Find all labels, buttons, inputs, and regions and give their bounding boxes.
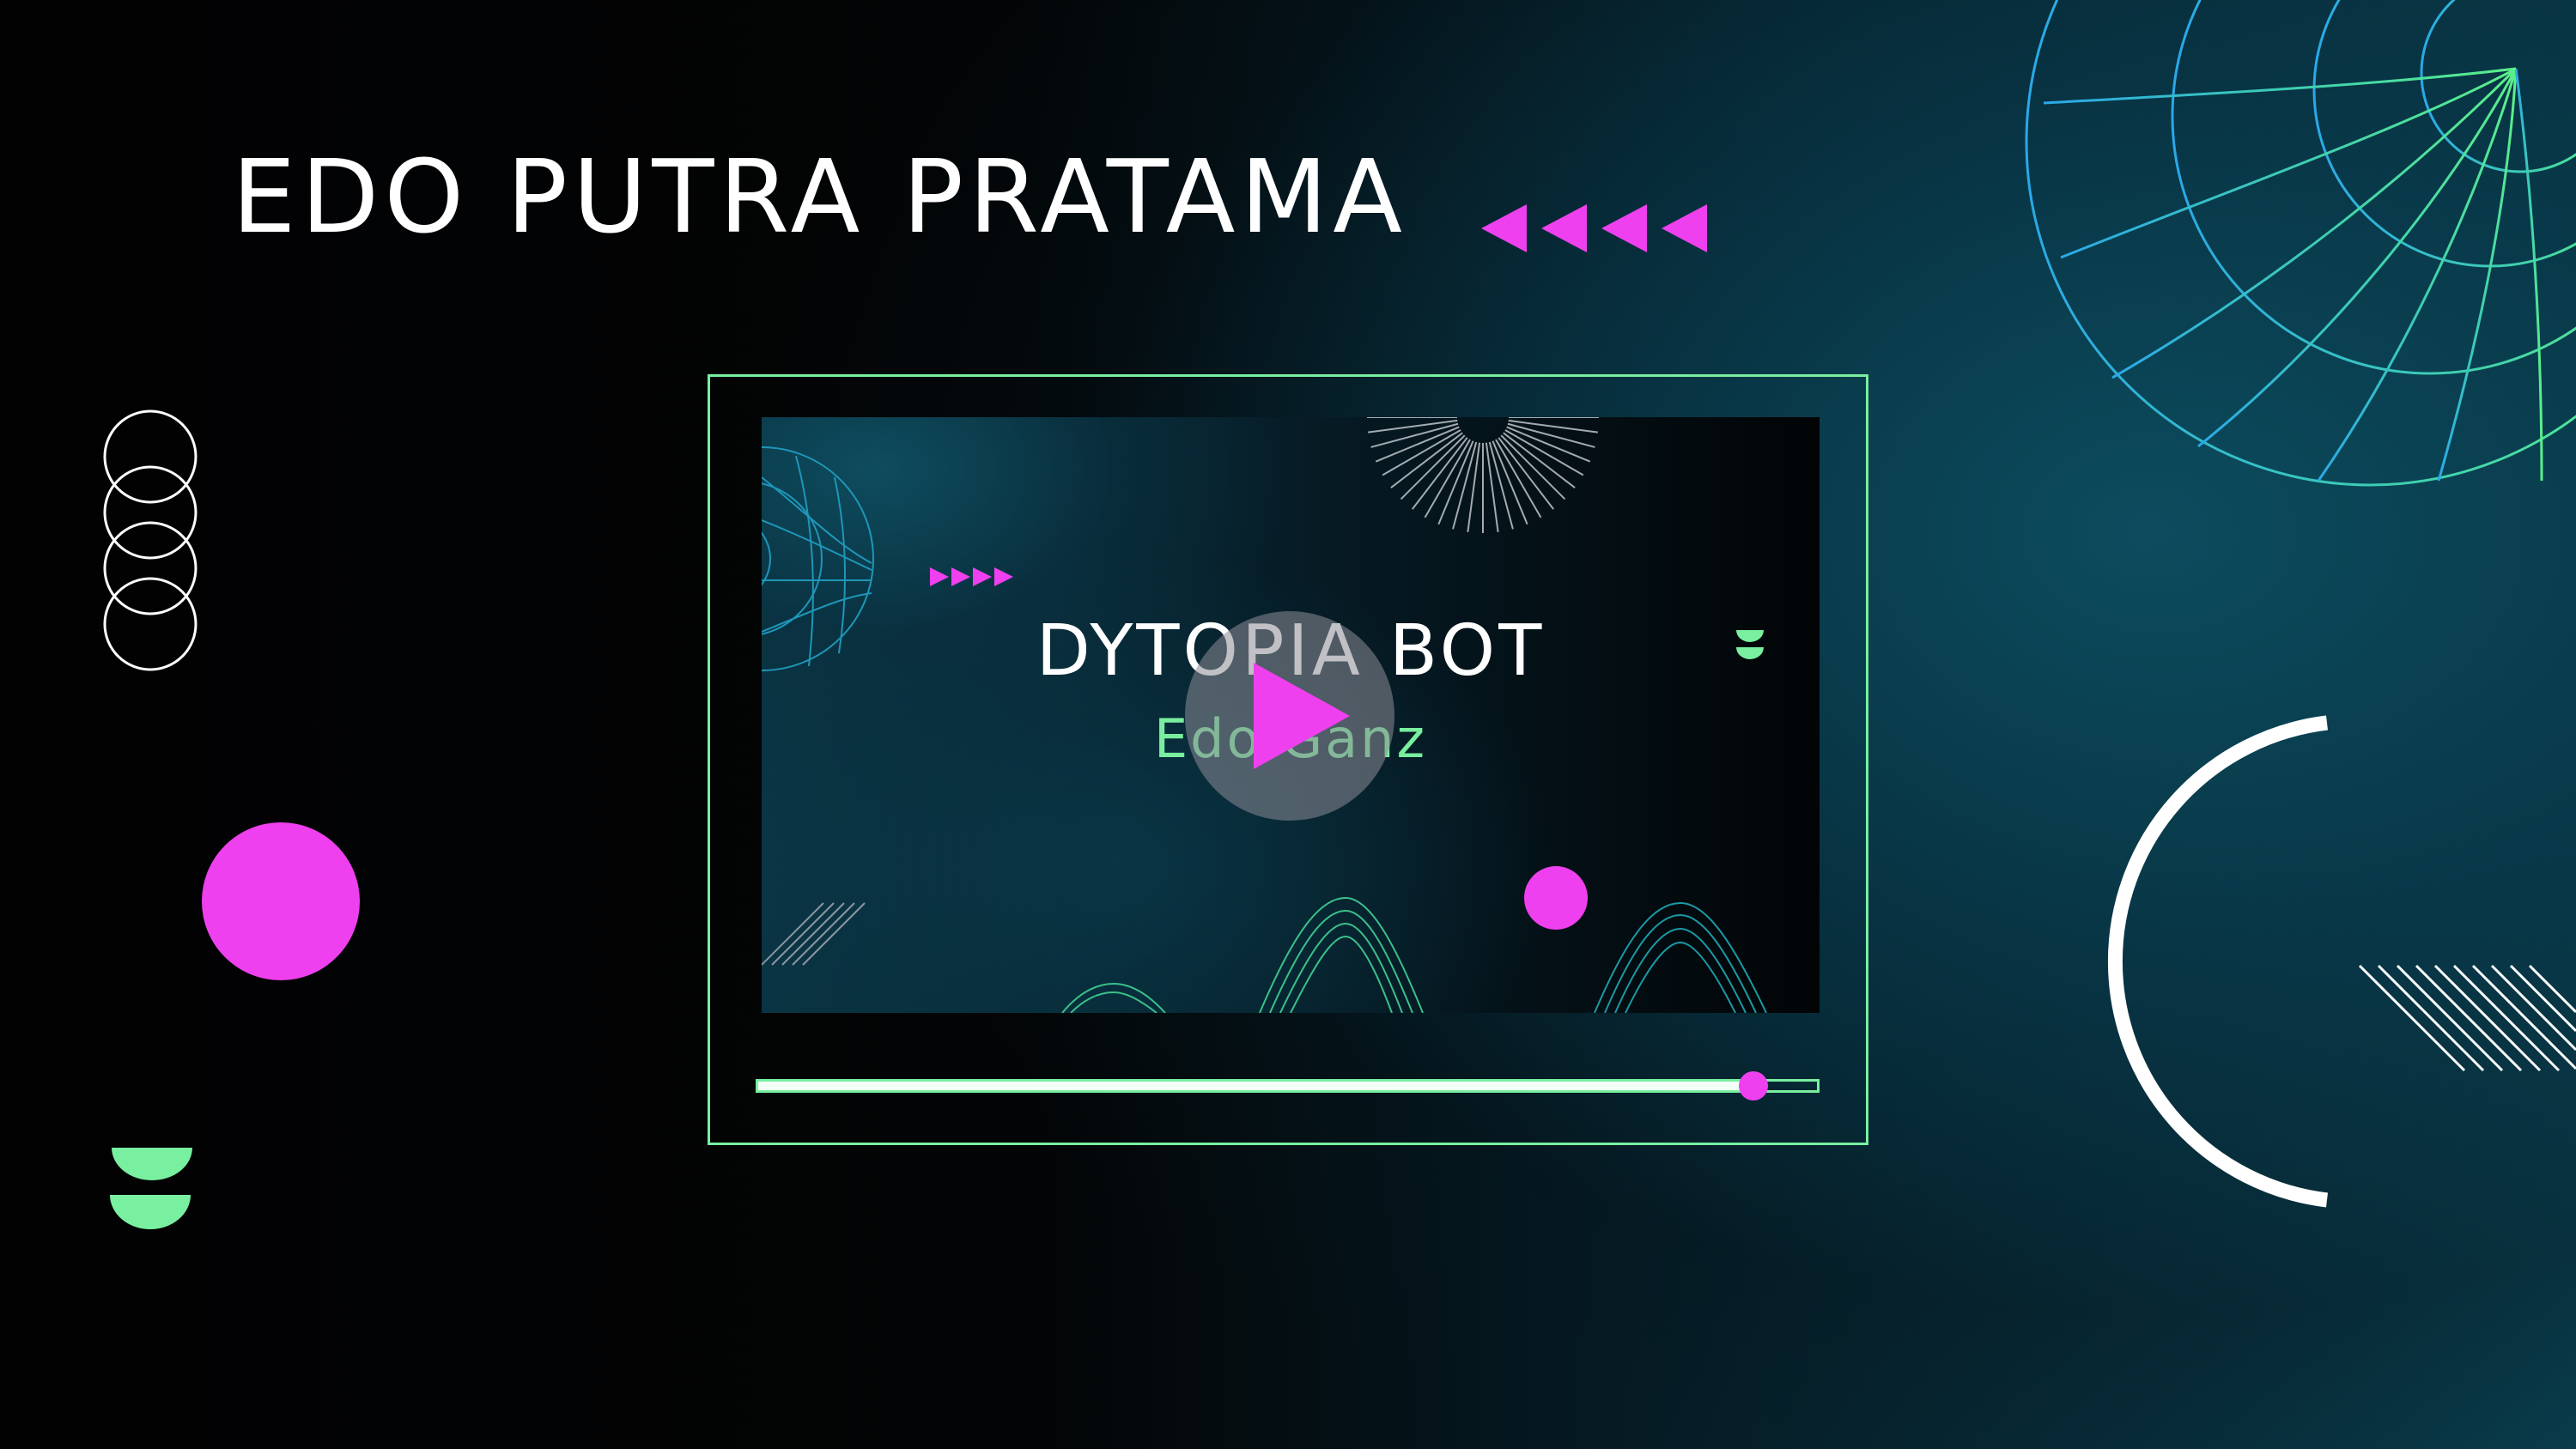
video-arrows-icon [930, 567, 1013, 586]
sunburst-ray [1368, 419, 1458, 433]
sunburst-ray [1485, 442, 1499, 532]
sunburst-ray [1424, 439, 1471, 518]
sunburst-ray [1382, 429, 1461, 476]
sunburst-ray [1495, 439, 1542, 518]
sunburst-icon [1367, 417, 1599, 533]
video-hatch-shape [762, 902, 866, 966]
sunburst-ray [1508, 419, 1598, 433]
page-title: EDO PUTRA PRATAMA [232, 137, 1407, 256]
wireframe-globe-icon [2025, 0, 2576, 487]
white-arc-shape [2107, 715, 2329, 1208]
sunburst-ray [1370, 422, 1459, 448]
sunburst-ray [1500, 434, 1566, 500]
progress-thumb[interactable] [1739, 1071, 1768, 1100]
sunburst-ray [1504, 429, 1584, 476]
play-button[interactable] [1185, 611, 1394, 821]
diagonal-lines-shape [2358, 964, 2576, 1072]
sunburst-ray [1452, 441, 1478, 530]
green-half-circles-icon [110, 1148, 192, 1229]
sunburst-ray [1400, 434, 1466, 500]
video-wave-shape-right [1594, 901, 1767, 1013]
sunburst-ray [1507, 422, 1595, 448]
sunburst-ray [1467, 442, 1481, 532]
rewind-arrows-icon [1481, 204, 1707, 252]
sunburst-ray [1488, 441, 1514, 530]
pink-circle-shape [202, 822, 360, 980]
progress-fill [758, 1082, 1753, 1090]
play-icon [1254, 663, 1350, 769]
stacked-circles-icon [103, 409, 197, 671]
video-wave-shape [1061, 896, 1424, 1013]
video-pink-dot-shape [1524, 866, 1588, 930]
